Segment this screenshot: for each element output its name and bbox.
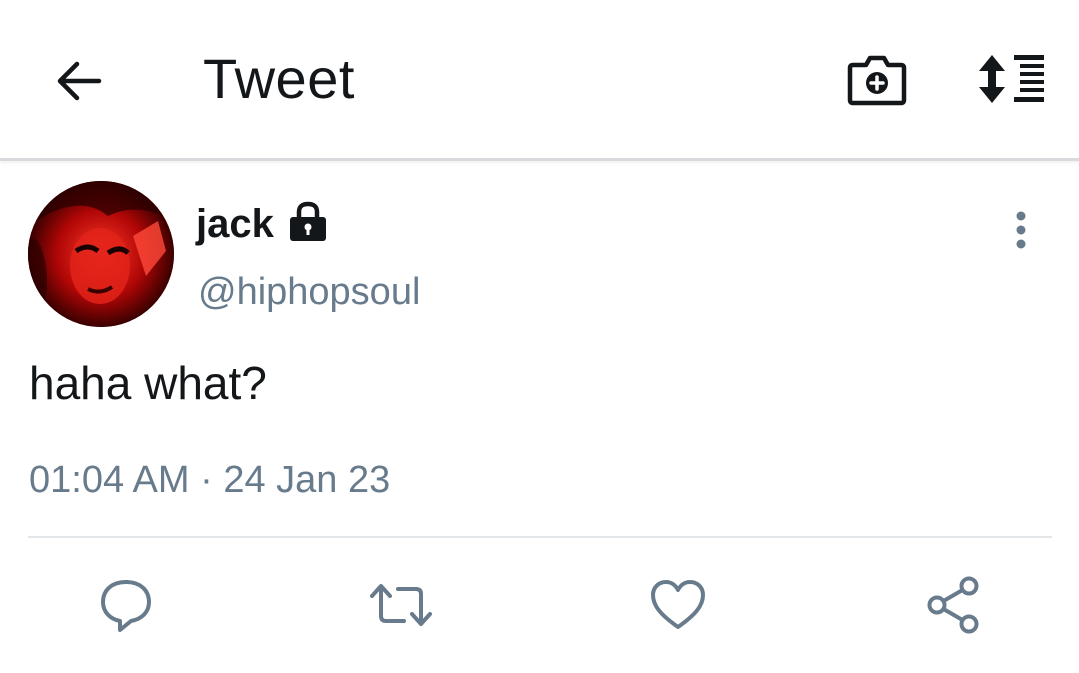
heart-icon xyxy=(651,580,705,629)
retweet-icon xyxy=(370,584,432,626)
arrow-left-icon xyxy=(57,61,102,101)
divider xyxy=(28,536,1052,538)
like-button[interactable] xyxy=(645,572,711,638)
top-app-bar: Tweet xyxy=(0,0,1079,161)
share-button[interactable] xyxy=(920,572,986,638)
lock-icon xyxy=(290,201,326,241)
sort-button[interactable] xyxy=(972,48,1052,110)
tweet-text: haha what? xyxy=(29,357,267,409)
more-vertical-icon xyxy=(1016,211,1026,249)
tweet-timestamp: 01:04 AM · 24 Jan 23 xyxy=(29,459,391,501)
more-options-button[interactable] xyxy=(1000,205,1042,255)
camera-button[interactable] xyxy=(844,48,910,110)
page-title: Tweet xyxy=(203,47,355,110)
reply-button[interactable] xyxy=(93,572,159,638)
profile-photo xyxy=(28,181,174,327)
username[interactable]: @hiphopsoul xyxy=(198,266,420,318)
avatar[interactable] xyxy=(28,181,174,327)
display-name[interactable]: jack xyxy=(196,198,274,250)
retweet-button[interactable] xyxy=(368,572,434,638)
reply-icon xyxy=(101,580,151,632)
share-icon xyxy=(927,576,979,634)
back-button[interactable] xyxy=(48,50,110,112)
sort-list-icon xyxy=(979,55,1044,103)
camera-plus-icon xyxy=(847,55,907,106)
